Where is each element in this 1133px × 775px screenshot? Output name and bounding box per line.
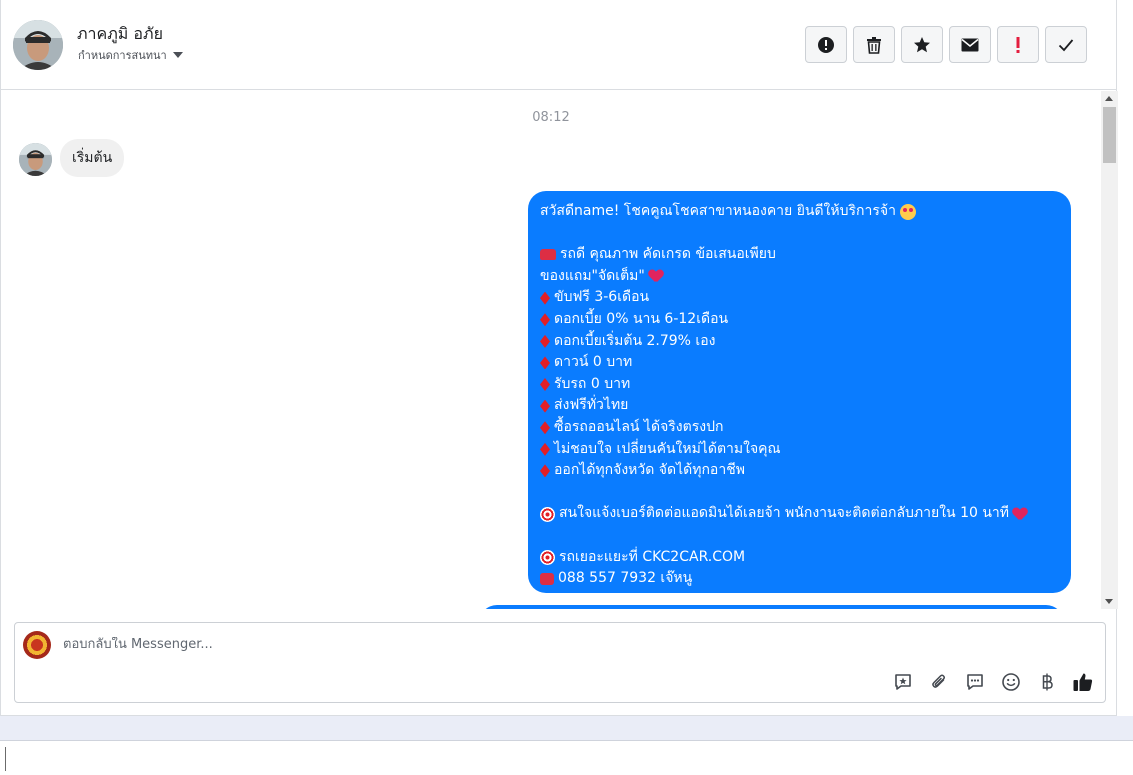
reply-input[interactable] <box>63 637 963 652</box>
diamond-icon <box>540 442 550 456</box>
follow-up-button[interactable] <box>997 26 1039 63</box>
reply-composer <box>14 622 1106 703</box>
diamond-icon <box>540 421 550 435</box>
message-thread[interactable]: 08:12 เริ่มต้น สวัสดีname! โชคคูณโชคสาขา… <box>1 91 1101 609</box>
diamond-icon <box>540 313 550 327</box>
message-line <box>540 525 1059 547</box>
message-line: รถดี คุณภาพ คัดเกรด ข้อเสนอเพียบ <box>540 244 1059 266</box>
saved-reply-button[interactable] <box>892 671 914 693</box>
diamond-icon <box>540 334 550 348</box>
message-line <box>540 223 1059 245</box>
text-input-strip[interactable] <box>0 741 1133 775</box>
contact-name[interactable]: ภาคภูมิ อภัย <box>77 22 163 47</box>
mark-done-button[interactable] <box>1045 26 1087 63</box>
diamond-icon <box>540 291 550 305</box>
attach-file-button[interactable] <box>928 671 950 693</box>
diamond-icon <box>540 464 550 478</box>
thread-scrollbar[interactable] <box>1101 91 1118 609</box>
message-line: ดาวน์ 0 บาท <box>540 352 1059 374</box>
quick-reply-button[interactable] <box>964 671 986 693</box>
chat-bubble-icon <box>967 674 983 690</box>
exclamation-icon <box>1016 36 1020 53</box>
smiley-icon <box>1002 673 1020 691</box>
sender-avatar <box>19 143 52 176</box>
message-line: ดอกเบี้ย 0% นาน 6-12เดือน <box>540 309 1059 331</box>
assign-conversation-dropdown[interactable]: กำหนดการสนทนา <box>78 46 183 64</box>
star-struck-emoji-icon <box>899 203 916 220</box>
conversation-actions <box>805 26 1087 63</box>
diamond-icon <box>540 356 550 370</box>
star-button[interactable] <box>901 26 943 63</box>
message-line: รับรถ 0 บาท <box>540 374 1059 396</box>
message-line: สนใจแจ้งเบอร์ติดต่อแอดมินได้เลยจ้า พนักง… <box>540 503 1059 525</box>
checkmark-icon <box>1058 38 1074 51</box>
outgoing-message-partial <box>479 605 1064 609</box>
contact-avatar[interactable] <box>13 20 63 70</box>
message-line: ส่งฟรีทั่วไทย <box>540 395 1059 417</box>
composer-tools <box>892 671 1094 693</box>
mark-spam-button[interactable] <box>805 26 847 63</box>
heart-emoji-icon <box>649 270 663 283</box>
page-background-strip <box>0 716 1133 741</box>
trash-icon <box>867 36 881 54</box>
outgoing-message: สวัสดีname! โชคคูณโชคสาขาหนองคาย ยินดีให… <box>528 191 1071 593</box>
thumbs-up-icon <box>1073 673 1093 691</box>
caret-down-icon <box>172 52 183 58</box>
message-line: ดอกเบี้ยเริ่มต้น 2.79% เอง <box>540 331 1059 353</box>
scroll-up-arrow-icon[interactable] <box>1105 96 1113 101</box>
assign-label: กำหนดการสนทนา <box>78 49 167 62</box>
diamond-icon <box>540 378 550 392</box>
star-icon <box>914 36 930 52</box>
conversation-header: ภาคภูมิ อภัย กำหนดการสนทนา <box>1 0 1117 90</box>
baht-icon <box>1042 673 1053 691</box>
message-line: สวัสดีname! โชคคูณโชคสาขาหนองคาย ยินดีให… <box>540 201 1059 223</box>
message-timestamp: 08:12 <box>532 110 570 125</box>
incoming-message: เริ่มต้น <box>60 139 125 177</box>
message-line: 088 557 7932 เจ๊หนู <box>540 568 1059 590</box>
hearts-emoji-icon <box>1013 508 1027 521</box>
scrollbar-thumb[interactable] <box>1103 107 1116 163</box>
message-line: ซื้อรถออนไลน์ ได้จริงตรงปก <box>540 417 1059 439</box>
payment-button[interactable] <box>1036 671 1058 693</box>
scroll-down-arrow-icon[interactable] <box>1105 599 1113 604</box>
target-emoji-icon <box>540 549 555 565</box>
car-emoji-icon <box>540 249 556 261</box>
telephone-emoji-icon <box>540 572 554 585</box>
messenger-inbox-panel: ภาคภูมิ อภัย กำหนดการสนทนา 08:12 เริ่มต้… <box>0 0 1118 716</box>
diamond-icon <box>540 399 550 413</box>
delete-button[interactable] <box>853 26 895 63</box>
target-emoji-icon <box>540 506 555 522</box>
message-line: ไม่ชอบใจ เปลี่ยนคันใหม่ได้ตามใจคุณ <box>540 439 1059 461</box>
message-line: รถเยอะแยะที่ CKC2CAR.COM <box>540 547 1059 569</box>
message-line: ขับฟรี 3-6เดือน <box>540 287 1059 309</box>
like-button[interactable] <box>1072 671 1094 693</box>
emoji-button[interactable] <box>1000 671 1022 693</box>
message-line: ของแถม"จัดเต็ม" <box>540 266 1059 288</box>
paperclip-icon <box>932 674 945 688</box>
mark-unread-button[interactable] <box>949 26 991 63</box>
text-cursor <box>5 747 6 771</box>
message-line: ออกได้ทุกจังหวัด จัดได้ทุกอาชีพ <box>540 460 1059 482</box>
message-line <box>540 482 1059 504</box>
saved-reply-icon <box>895 674 911 690</box>
alert-circle-icon <box>818 36 834 53</box>
page-avatar <box>23 631 51 659</box>
envelope-icon <box>961 38 979 51</box>
